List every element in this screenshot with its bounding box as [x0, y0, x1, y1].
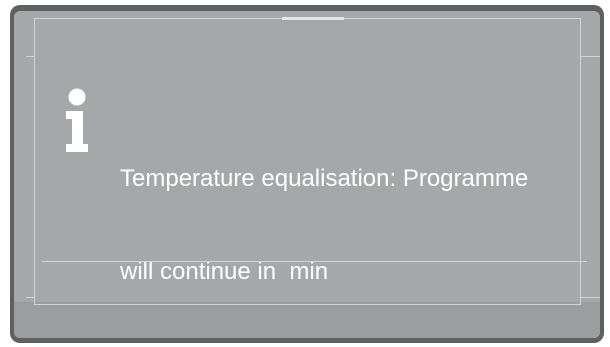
info-message: Temperature equalisation: Programme will… — [120, 101, 590, 338]
message-line-1: Temperature equalisation: Programme — [120, 165, 529, 192]
display-screen: Temperature equalisation: Programme will… — [14, 11, 600, 338]
frame-tick — [26, 297, 35, 298]
dialog-separator — [42, 261, 587, 262]
device-bezel: Temperature equalisation: Programme will… — [10, 5, 604, 343]
top-handle — [282, 17, 344, 20]
frame-tick — [26, 56, 35, 57]
info-icon — [66, 88, 88, 152]
frame-left-line — [34, 18, 35, 305]
frame-tick — [580, 56, 600, 57]
